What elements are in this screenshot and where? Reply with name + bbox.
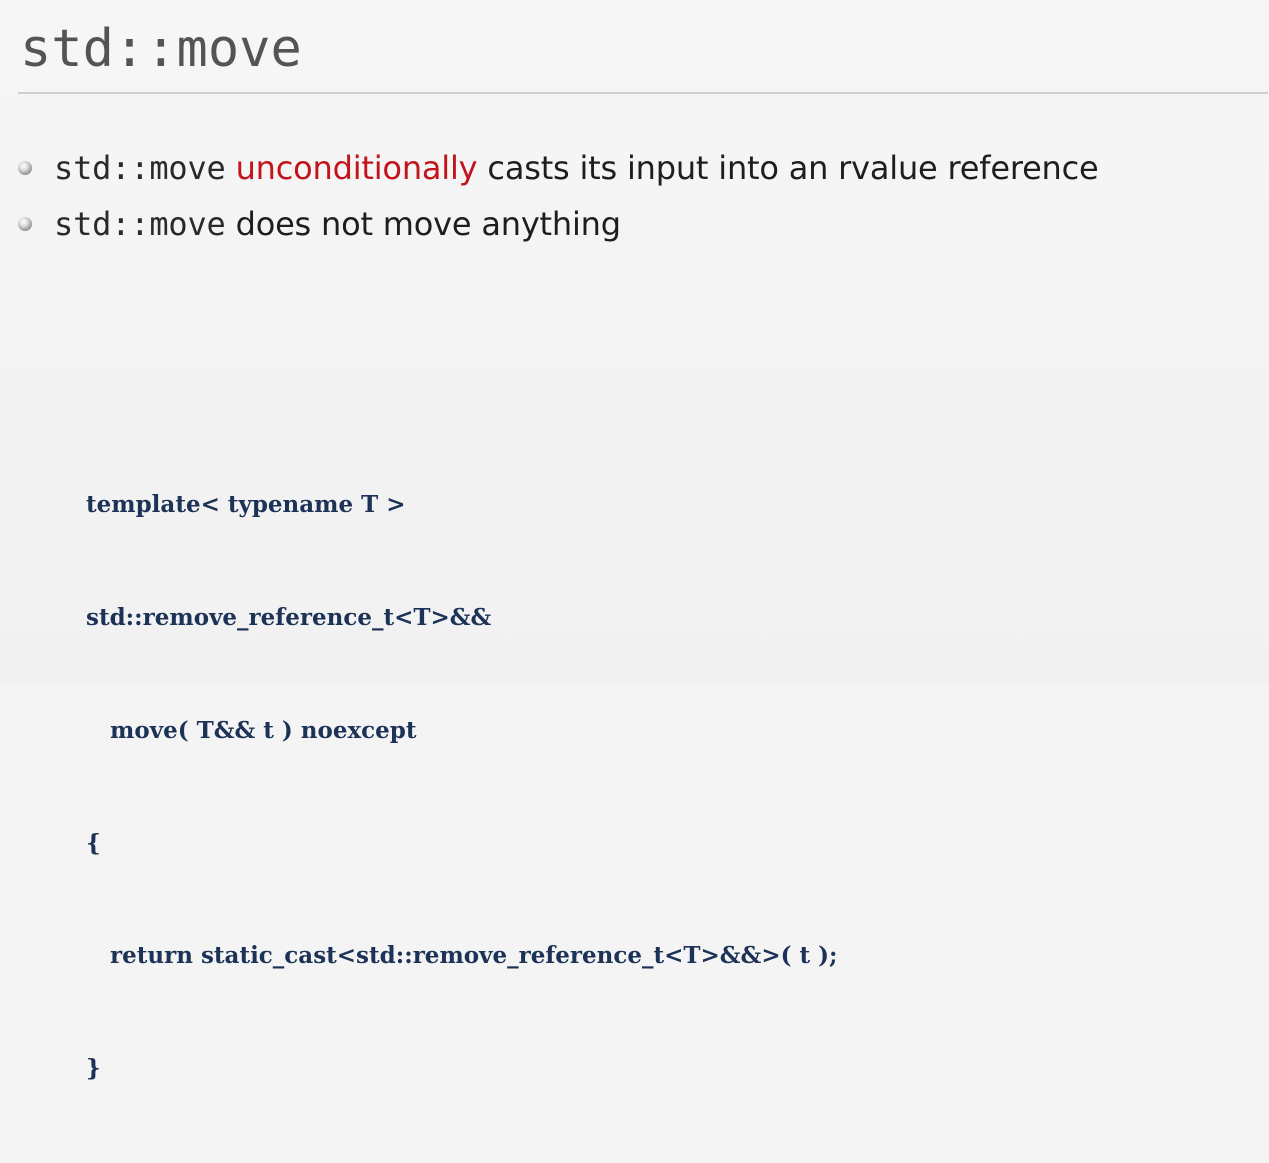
inline-code: std::move [54,149,226,187]
inline-code: std::move [54,205,226,243]
bullet-icon [18,161,32,175]
slide: std::move std::move unconditionally cast… [0,0,1269,1082]
bullet-rest-text: casts its input into an rvalue reference [487,149,1099,187]
code-line: std::remove_reference_t<T>&& [86,603,492,631]
bullet-item-1: std::move unconditionally casts its inpu… [18,140,1099,196]
bullet-icon [18,217,32,231]
code-block: template< typename T > std::remove_refer… [86,411,838,1163]
bullet-text: std::move unconditionally casts its inpu… [54,149,1099,187]
bullet-list: std::move unconditionally casts its inpu… [18,140,1099,252]
bullet-rest-text: does not move anything [235,205,621,243]
slide-title: std::move [20,19,302,79]
title-divider [18,92,1268,94]
bullet-text: std::move does not move anything [54,205,621,243]
code-line: { [86,829,101,857]
bullet-item-2: std::move does not move anything [18,196,1099,252]
emphasis-text: unconditionally [235,149,478,187]
code-line: move( T&& t ) noexcept [86,716,417,744]
code-line: template< typename T > [86,491,406,519]
code-line: return static_cast<std::remove_reference… [86,942,838,970]
code-line: } [86,1055,101,1083]
